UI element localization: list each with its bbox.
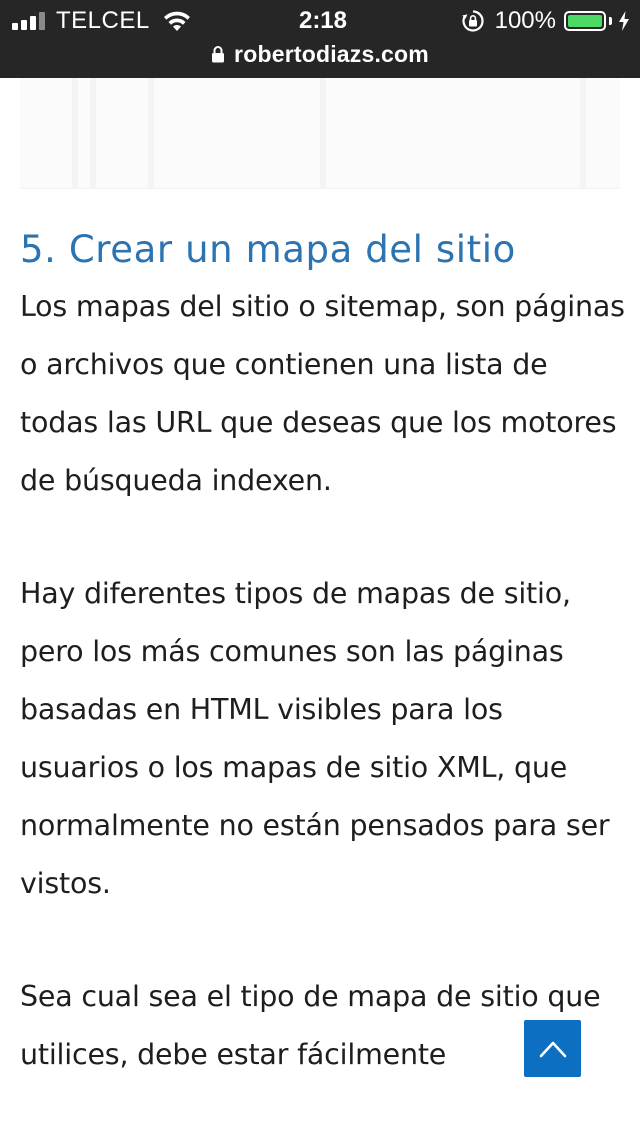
battery-fill — [568, 15, 602, 27]
address-bar[interactable]: robertodiazs.com — [0, 38, 640, 70]
scroll-to-top-button[interactable] — [524, 1020, 581, 1077]
battery-nub — [609, 17, 612, 25]
battery-percentage: 100% — [494, 7, 556, 34]
lock-icon — [212, 46, 225, 63]
paragraph-sitemap-definition: Los mapas del sitio o sitemap, son págin… — [20, 290, 625, 497]
chevron-up-icon — [539, 1041, 566, 1057]
section-heading: 5. Crear un mapa del sitio — [20, 228, 516, 271]
embedded-media-placeholder — [20, 78, 620, 189]
status-right: 100% — [461, 6, 630, 36]
status-bar: TELCEL 2:18 100% robertodiazs.com — [0, 0, 640, 78]
charging-icon — [619, 11, 629, 31]
paragraph-sitemap-types: Hay diferentes tipos de mapas de sitio, … — [20, 577, 610, 900]
article-content: 5. Crear un mapa del sitio Los mapas del… — [20, 222, 626, 1139]
orientation-lock-icon — [461, 10, 484, 32]
battery-icon — [564, 11, 606, 31]
url-text[interactable]: robertodiazs.com — [234, 41, 429, 68]
